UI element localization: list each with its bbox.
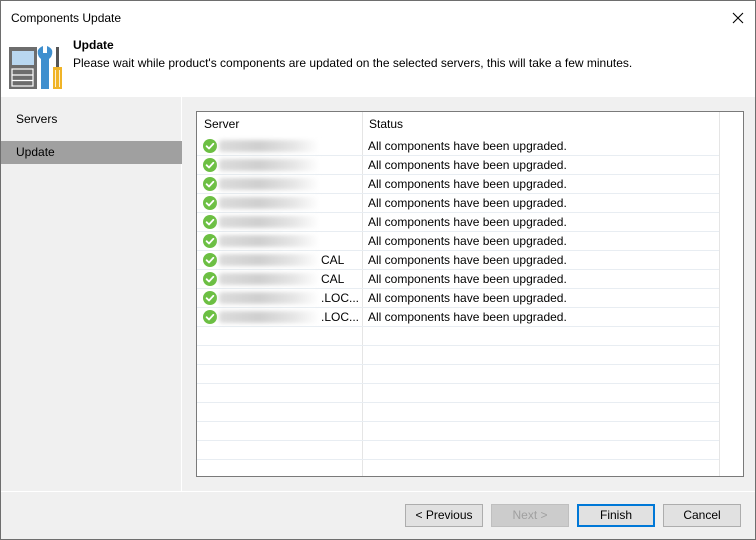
close-icon (732, 12, 744, 24)
window-title: Components Update (11, 11, 122, 25)
server-cell: .LOC... (197, 289, 361, 307)
server-cell: .LOC... (197, 308, 361, 326)
sidebar-item-servers[interactable]: Servers (1, 108, 182, 131)
redacted-server-name (219, 216, 319, 228)
table-row[interactable]: CAL All components have been upgraded. (197, 270, 719, 289)
empty-row (197, 403, 719, 422)
server-cell (197, 137, 361, 155)
status-cell: All components have been upgraded. (368, 196, 567, 210)
sidebar-item-update[interactable]: Update (1, 141, 182, 164)
column-header-status[interactable]: Status (362, 112, 719, 137)
empty-row (197, 365, 719, 384)
success-check-icon (203, 272, 217, 286)
table-row[interactable]: All components have been upgraded. (197, 213, 719, 232)
components-update-dialog: Components Update Update Please wait whi… (0, 0, 756, 540)
server-name-suffix: .LOC... (321, 310, 360, 324)
finish-button[interactable]: Finish (577, 504, 655, 527)
redacted-server-name (219, 292, 319, 304)
redacted-server-name (219, 254, 319, 266)
success-check-icon (203, 234, 217, 248)
server-cell (197, 194, 361, 212)
servers-status-grid[interactable]: Server Status All components have been u… (196, 111, 744, 477)
redacted-server-name (219, 273, 319, 285)
tools-server-icon (9, 46, 62, 89)
redacted-server-name (219, 197, 319, 209)
empty-row (197, 346, 719, 365)
title-bar: Components Update (1, 1, 755, 35)
success-check-icon (203, 253, 217, 267)
server-cell: CAL (197, 270, 361, 288)
empty-row (197, 384, 719, 403)
empty-row (197, 441, 719, 460)
status-cell: All components have been upgraded. (368, 253, 567, 267)
close-button[interactable] (725, 5, 751, 31)
server-cell (197, 232, 361, 250)
table-row[interactable]: All components have been upgraded. (197, 156, 719, 175)
redacted-server-name (219, 235, 319, 247)
status-cell: All components have been upgraded. (368, 215, 567, 229)
redacted-server-name (219, 311, 319, 323)
next-button[interactable]: Next > (491, 504, 569, 527)
empty-row (197, 422, 719, 441)
server-cell: CAL (197, 251, 361, 269)
status-cell: All components have been upgraded. (368, 310, 567, 324)
footer-divider (1, 491, 755, 492)
success-check-icon (203, 139, 217, 153)
wizard-body: Servers Update Server Status All compone… (1, 97, 755, 539)
success-check-icon (203, 291, 217, 305)
column-separator (719, 112, 720, 476)
table-row[interactable]: .LOC... All components have been upgraded… (197, 308, 719, 327)
redacted-server-name (219, 178, 319, 190)
server-cell (197, 175, 361, 193)
status-cell: All components have been upgraded. (368, 291, 567, 305)
table-row[interactable]: All components have been upgraded. (197, 137, 719, 156)
status-cell: All components have been upgraded. (368, 177, 567, 191)
table-row[interactable]: All components have been upgraded. (197, 194, 719, 213)
success-check-icon (203, 158, 217, 172)
success-check-icon (203, 196, 217, 210)
redacted-server-name (219, 140, 319, 152)
header-description: Please wait while product's components a… (73, 56, 633, 70)
empty-row (197, 460, 719, 476)
previous-button[interactable]: < Previous (405, 504, 483, 527)
status-cell: All components have been upgraded. (368, 272, 567, 286)
grid-header: Server Status (197, 112, 743, 137)
server-name-suffix: CAL (321, 253, 345, 267)
status-cell: All components have been upgraded. (368, 234, 567, 248)
status-cell: All components have been upgraded. (368, 139, 567, 153)
table-row[interactable]: .LOC... All components have been upgraded… (197, 289, 719, 308)
header-title: Update (73, 38, 114, 52)
status-cell: All components have been upgraded. (368, 158, 567, 172)
wizard-header: Update Please wait while product's compo… (1, 35, 755, 97)
success-check-icon (203, 310, 217, 324)
empty-row (197, 327, 719, 346)
wizard-steps-sidebar: Servers Update (1, 97, 182, 491)
success-check-icon (203, 177, 217, 191)
success-check-icon (203, 215, 217, 229)
server-name-suffix: CAL (321, 272, 345, 286)
content-panel: Server Status All components have been u… (183, 97, 755, 491)
table-row[interactable]: All components have been upgraded. (197, 175, 719, 194)
table-row[interactable]: CAL All components have been upgraded. (197, 251, 719, 270)
cancel-button[interactable]: Cancel (663, 504, 741, 527)
server-cell (197, 213, 361, 231)
column-header-server[interactable]: Server (197, 112, 362, 137)
server-name-suffix: .LOC... (321, 291, 360, 305)
server-cell (197, 156, 361, 174)
table-row[interactable]: All components have been upgraded. (197, 232, 719, 251)
redacted-server-name (219, 159, 319, 171)
